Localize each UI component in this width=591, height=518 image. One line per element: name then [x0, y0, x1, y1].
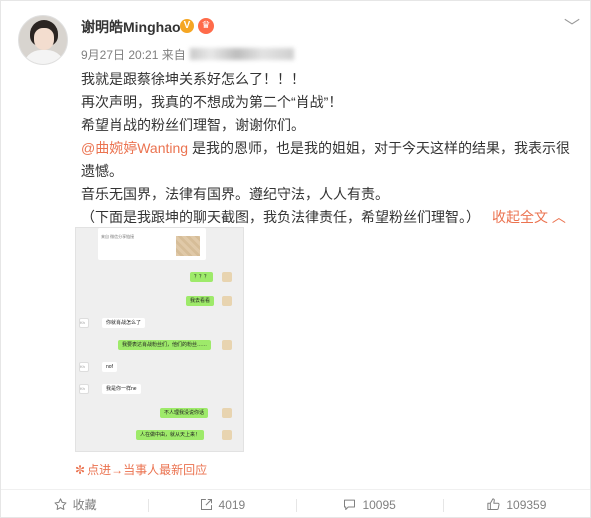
source-blurred: [189, 48, 294, 60]
weibo-post-card: 谢明皓Minghao V ♛ 9月27日 20:21 来自 ﹀ 我就是跟蔡徐坤关…: [0, 0, 591, 518]
chat-bubble: 人在做中由，就从天上来！: [136, 430, 205, 440]
repost-icon: [200, 499, 212, 510]
origin-link[interactable]: ✼ 点进→当事人最新回应: [75, 461, 207, 478]
mention-link[interactable]: @曲婉婷Wanting: [81, 140, 188, 156]
thumbs-up-icon: [487, 498, 500, 510]
post-meta: 9月27日 20:21 来自: [81, 46, 294, 63]
action-bar: 收藏 4019 10095 109359: [1, 489, 590, 518]
post-line: 再次声明，我真的不想成为第二个“肖战”！: [81, 94, 343, 110]
comment-icon: [344, 499, 356, 510]
chat-avatar: [222, 296, 232, 306]
star-icon: [54, 498, 67, 510]
timestamp[interactable]: 9月27日 20:21: [81, 48, 158, 62]
post-line: 音乐无国界，法律有国界。遵纪守法，人人有责。: [81, 186, 389, 202]
post-line: @曲婉婷Wanting 是我的恩师，也是我的姐姐，对于今天这样的结果，我表示很遗…: [81, 140, 570, 179]
sparkle-icon: ✼: [75, 463, 86, 477]
crown-badge-icon: ♛: [198, 18, 214, 34]
comment-button[interactable]: 10095: [295, 490, 443, 518]
chat-bubble: 你就肖战怎么了: [102, 318, 146, 328]
favorite-button[interactable]: 收藏: [1, 490, 148, 518]
chat-bubble: ？？？: [190, 272, 214, 282]
repost-button[interactable]: 4019: [148, 490, 295, 518]
chat-bubble: 我是你一样ne: [102, 384, 141, 394]
post-line: （下面是我跟坤的聊天截图，我负法律责任，希望粉丝们理智。） 收起全文 ︿: [81, 209, 566, 225]
collapse-button[interactable]: 收起全文 ︿: [492, 209, 566, 225]
post-text: 我就是跟蔡徐坤关系好怎么了！！！ 再次声明，我真的不想成为第二个“肖战”！ 希望…: [81, 68, 581, 229]
chat-bubble: nof: [102, 362, 117, 372]
thumbnail: [176, 236, 200, 256]
chat-bubble: 不人理我没说你话: [160, 408, 209, 418]
source-prefix: 来自: [161, 48, 186, 62]
chat-bubble: 我要表达肖战粉丝们，他们的粉丝……: [118, 340, 212, 350]
chat-avatar: [222, 430, 232, 440]
avatar[interactable]: [18, 15, 68, 65]
chat-avatar: [222, 340, 232, 350]
verified-badge-icon: V: [180, 19, 194, 33]
post-line: 我就是跟蔡徐坤关系好怎么了！！！: [81, 71, 305, 87]
user-name[interactable]: 谢明皓Minghao: [81, 17, 181, 37]
post-line: 希望肖战的粉丝们理智，谢谢你们。: [81, 117, 305, 133]
chat-avatar: [222, 272, 232, 282]
shared-card: 来自 微信分享链接: [98, 228, 206, 260]
chat-avatar: [222, 408, 232, 418]
chevron-down-icon[interactable]: ﹀: [564, 13, 580, 37]
chat-screenshot-image[interactable]: 来自 微信分享链接 ？？？ 我去看看 Kh 你就肖战怎么了 我要表达肖战粉丝们，…: [75, 227, 244, 452]
like-button[interactable]: 109359: [442, 490, 590, 518]
chat-bubble: 我去看看: [186, 296, 215, 306]
